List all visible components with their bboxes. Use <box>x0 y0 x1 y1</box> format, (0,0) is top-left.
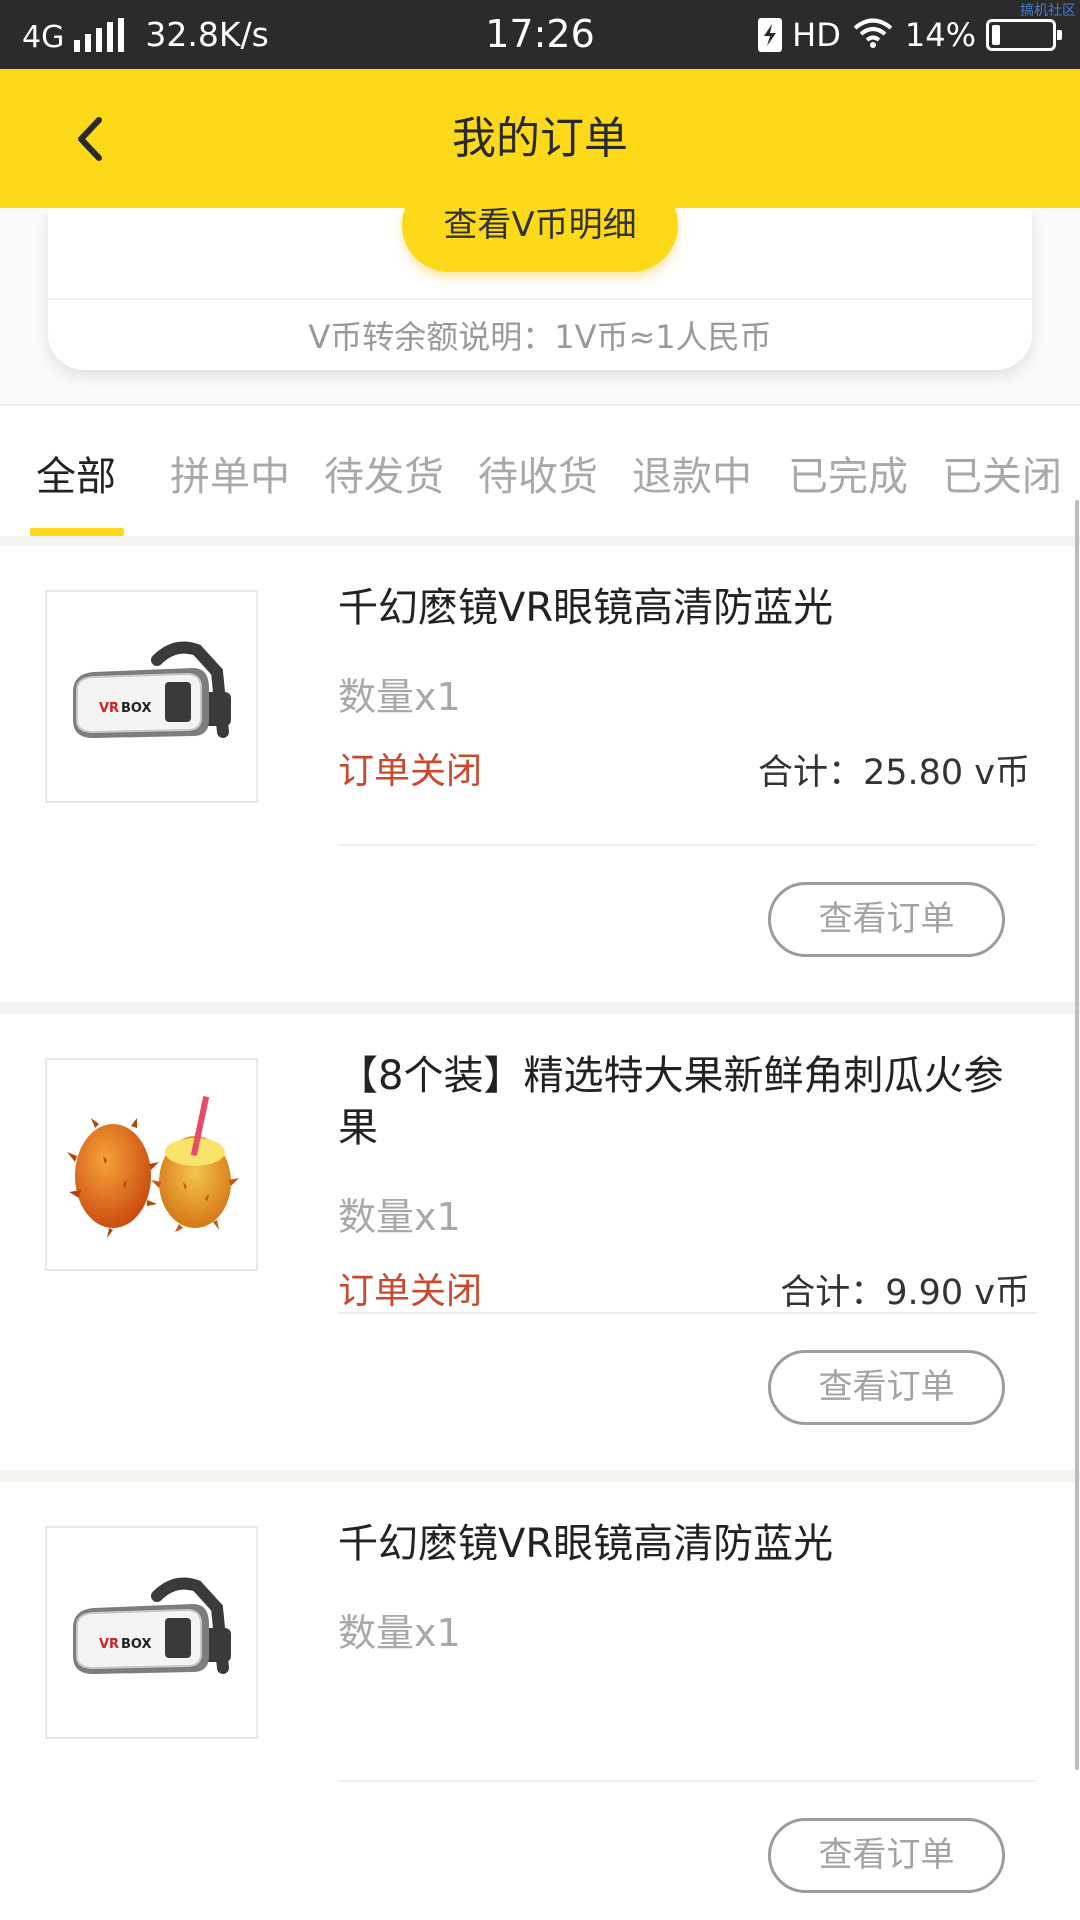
battery-icon <box>986 18 1062 51</box>
horned-melon-image <box>67 1096 239 1238</box>
order-card: 【8个装】精选特大果新鲜角刺瓜火参果 数量x1 订单关闭 合计：9.90 v币 … <box>0 1014 1080 1470</box>
view-order-button[interactable]: 查看订单 <box>768 1818 1005 1893</box>
svg-text:BOX: BOX <box>121 701 152 716</box>
svg-text:VR: VR <box>99 1637 119 1652</box>
wallet-section: 查看V币明细 V币转余额说明：1V币≈1人民币 <box>0 178 1080 404</box>
tab-group-buying[interactable]: 拼单中 <box>170 444 290 502</box>
divider <box>48 298 1032 300</box>
product-image[interactable] <box>45 1058 258 1271</box>
charging-icon <box>758 17 783 52</box>
order-status: 订单关闭 <box>338 1271 483 1312</box>
product-quantity: 数量x1 <box>338 1611 461 1655</box>
order-card: VR BOX 千幻麽镜VR眼镜高清防蓝光 数量x1 查看订单 <box>0 1482 1080 1920</box>
product-image[interactable]: VR BOX <box>45 590 258 803</box>
tab-all[interactable]: 全部 <box>36 444 116 502</box>
card-separator <box>0 1002 1080 1014</box>
order-card: VR BOX 千幻麽镜VR眼镜高清防蓝光 数量x1 订单关闭 合计：25.80 … <box>0 546 1080 1002</box>
tab-closed[interactable]: 已关闭 <box>942 444 1062 502</box>
product-image[interactable]: VR BOX <box>45 1526 258 1739</box>
product-name[interactable]: 【8个装】精选特大果新鲜角刺瓜火参果 <box>338 1050 1038 1154</box>
view-order-button[interactable]: 查看订单 <box>768 1350 1005 1425</box>
wallet-card: 查看V币明细 V币转余额说明：1V币≈1人民币 <box>48 178 1032 370</box>
divider <box>338 1780 1036 1782</box>
view-order-button[interactable]: 查看订单 <box>768 882 1005 957</box>
order-total: 合计：9.90 v币 <box>780 1273 1030 1313</box>
battery-percent: 14% <box>904 15 976 54</box>
tab-to-receive[interactable]: 待收货 <box>478 444 598 502</box>
vcoin-conversion-note: V币转余额说明：1V币≈1人民币 <box>308 318 772 356</box>
app-header: 我的订单 <box>0 69 1080 208</box>
status-bar: 4G 32.8K/s 17:26 HD 14% 搞机社区 <box>0 0 1080 69</box>
page-title: 我的订单 <box>452 113 628 164</box>
hd-indicator: HD <box>792 15 841 54</box>
tab-refunding[interactable]: 退款中 <box>632 444 752 502</box>
product-name[interactable]: 千幻麽镜VR眼镜高清防蓝光 <box>338 582 1038 634</box>
order-status: 订单关闭 <box>338 751 483 792</box>
card-separator <box>0 1470 1080 1482</box>
svg-text:VR: VR <box>99 701 119 716</box>
vr-headset-image: VR BOX <box>73 1577 231 1674</box>
wifi-icon <box>853 17 893 53</box>
vr-headset-image: VR BOX <box>73 641 231 738</box>
product-name[interactable]: 千幻麽镜VR眼镜高清防蓝光 <box>338 1518 1038 1570</box>
active-tab-indicator <box>30 528 124 536</box>
svg-text:BOX: BOX <box>121 1637 152 1652</box>
status-right: HD 14% <box>758 0 1062 69</box>
divider <box>338 844 1036 846</box>
tab-completed[interactable]: 已完成 <box>788 444 908 502</box>
scrollbar[interactable] <box>1075 500 1079 1770</box>
product-quantity: 数量x1 <box>338 675 461 719</box>
battery-level <box>992 24 1000 45</box>
product-quantity: 数量x1 <box>338 1195 461 1239</box>
tab-to-ship[interactable]: 待发货 <box>324 444 444 502</box>
order-total: 合计：25.80 v币 <box>757 753 1030 793</box>
order-status-tabs: 全部 拼单中 待发货 待收货 退款中 已完成 已关闭 <box>0 404 1080 548</box>
watermark: 搞机社区 <box>1020 3 1076 19</box>
divider <box>338 1312 1036 1314</box>
